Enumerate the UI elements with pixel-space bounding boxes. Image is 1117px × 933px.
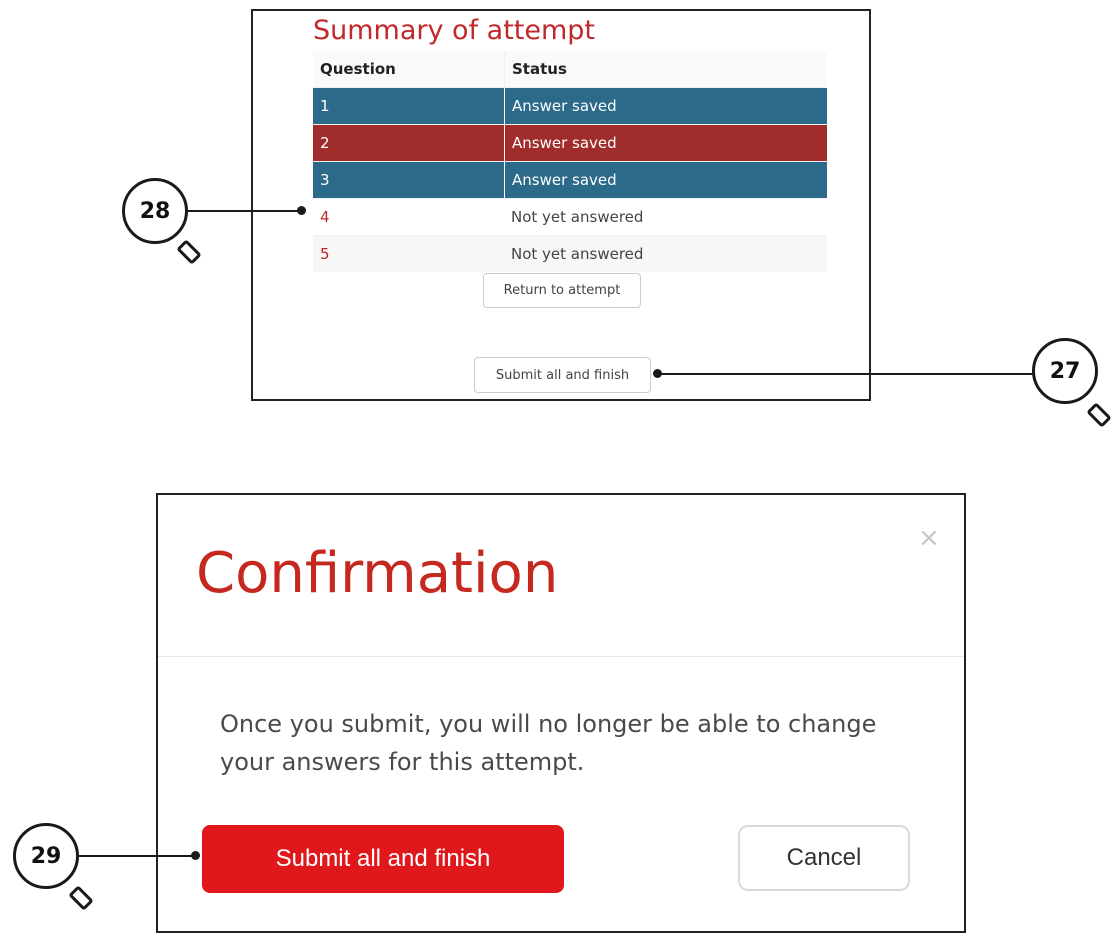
question-status: Answer saved <box>504 88 827 124</box>
confirm-submit-button[interactable]: Submit all and finish <box>202 825 564 893</box>
summary-title: Summary of attempt <box>313 15 596 46</box>
table-row[interactable]: 2 Answer saved <box>313 124 827 161</box>
callout-29-magnifier-icon: 29 <box>13 823 79 889</box>
table-row[interactable]: 1 Answer saved <box>313 87 827 124</box>
magnifier-handle-icon <box>1086 402 1112 428</box>
question-status: Not yet answered <box>511 208 644 226</box>
close-icon[interactable]: × <box>918 525 940 551</box>
submit-all-and-finish-button[interactable]: Submit all and finish <box>474 357 651 393</box>
summary-panel: Summary of attempt Question Status 1 Ans… <box>251 9 871 401</box>
magnifier-handle-icon <box>68 885 94 911</box>
callout-27-leader-line <box>658 373 1034 375</box>
callout-29-pointer-dot <box>191 851 200 860</box>
table-header: Question Status <box>313 51 827 87</box>
callout-27-magnifier-icon: 27 <box>1032 338 1098 404</box>
callout-29-leader-line <box>78 855 196 857</box>
table-row[interactable]: 4 Not yet answered <box>313 198 827 235</box>
column-header-status: Status <box>504 51 827 87</box>
magnifier-handle-icon <box>176 239 202 265</box>
callout-27-number: 27 <box>1049 358 1081 384</box>
question-status: Answer saved <box>504 162 827 198</box>
question-number[interactable]: 1 <box>313 88 504 124</box>
callout-28-number: 28 <box>139 198 171 224</box>
cancel-button[interactable]: Cancel <box>738 825 910 891</box>
callout-28-leader-line <box>188 210 300 212</box>
question-number[interactable]: 2 <box>313 125 504 161</box>
question-number[interactable]: 5 <box>313 236 504 272</box>
callout-29-number: 29 <box>30 843 62 869</box>
question-number[interactable]: 3 <box>313 162 504 198</box>
callout-27-pointer-dot <box>653 369 662 378</box>
summary-table: Question Status 1 Answer saved 2 Answer … <box>313 51 827 272</box>
question-status: Answer saved <box>504 125 827 161</box>
table-row[interactable]: 3 Answer saved <box>313 161 827 198</box>
question-number[interactable]: 4 <box>313 199 504 235</box>
column-header-question: Question <box>320 60 396 78</box>
dialog-title: Confirmation <box>196 541 559 606</box>
question-status: Not yet answered <box>511 245 644 263</box>
callout-28-pointer-dot <box>297 206 306 215</box>
callout-28-magnifier-icon: 28 <box>122 178 188 244</box>
confirmation-dialog: Confirmation × Once you submit, you will… <box>156 493 966 933</box>
return-to-attempt-button[interactable]: Return to attempt <box>483 273 641 308</box>
table-row[interactable]: 5 Not yet answered <box>313 235 827 272</box>
dialog-divider <box>158 656 964 657</box>
dialog-message: Once you submit, you will no longer be a… <box>220 710 877 776</box>
